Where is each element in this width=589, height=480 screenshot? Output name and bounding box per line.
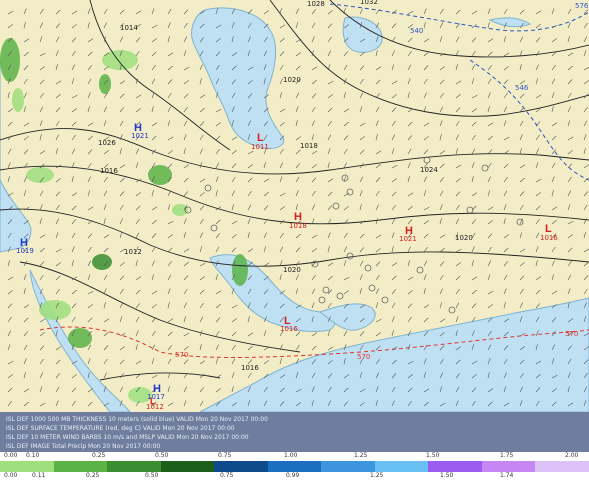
colorbar-bins <box>0 461 589 472</box>
high-value: 1021 <box>399 235 417 243</box>
colorbar-tick: 0.25 <box>86 472 100 479</box>
colorbar-tick: 1.00 <box>284 452 298 459</box>
colorbar-tick: 1.75 <box>500 452 514 459</box>
colorbar-tick: 0.11 <box>32 472 46 479</box>
precip-colorbar: 0.00 0.10 0.25 0.50 0.75 1.00 1.25 1.50 … <box>0 452 589 480</box>
colorbar-bin <box>374 461 429 472</box>
colorbar-tick: 1.50 <box>426 452 440 459</box>
colorbar-bin <box>107 461 161 472</box>
thickness-label: 570 <box>175 351 188 359</box>
isobar-label: 1024 <box>420 166 438 174</box>
high-value: 1018 <box>289 222 307 230</box>
weather-map: 1012 1014 1016 1016 1018 1020 1020 1020 … <box>0 0 589 412</box>
legend-line: ISL DEF SURFACE TEMPERATURE (red, deg C)… <box>6 425 235 432</box>
thickness-label: 540 <box>410 27 423 35</box>
isobar-label: 1012 <box>124 248 142 256</box>
low-value: 1012 <box>146 403 164 411</box>
isobar-label: 1016 <box>241 364 259 372</box>
colorbar-bin <box>267 461 322 472</box>
isobar-label: 1014 <box>120 24 138 32</box>
colorbar-tick: 0.75 <box>220 472 234 479</box>
isobar-label: 1020 <box>283 76 301 84</box>
colorbar-bin <box>481 461 536 472</box>
colorbar-tick: 0.10 <box>26 452 40 459</box>
isobar-label: 1016 <box>100 167 118 175</box>
colorbar-bin <box>160 461 215 472</box>
legend-line: ISL DEF 10 METER WIND BARBS 10 m/s and M… <box>6 434 249 441</box>
colorbar-bin <box>53 461 108 472</box>
colorbar-tick: 0.99 <box>286 472 300 479</box>
high-value: 1021 <box>131 132 149 140</box>
colorbar-bin <box>214 461 268 472</box>
isobar-label: 1018 <box>300 142 318 150</box>
isobar-label: 1032 <box>360 0 378 6</box>
isobar-label: 1028 <box>307 0 325 8</box>
thickness-label: 576 <box>575 2 589 10</box>
low-value: 1011 <box>251 143 269 151</box>
isobar-label: 1026 <box>98 139 116 147</box>
map-panel: 1012 1014 1016 1016 1018 1020 1020 1020 … <box>0 0 589 412</box>
isobar-label: 1020 <box>283 266 301 274</box>
isobar-label: 1020 <box>455 234 473 242</box>
colorbar-tick: 0.50 <box>155 452 169 459</box>
legend-panel: ISL DEF 1000 500 MB THICKNESS 10 meters … <box>0 412 589 452</box>
colorbar-tick: 0.00 <box>4 472 18 479</box>
colorbar-bin <box>535 461 589 472</box>
thickness-label: 570 <box>357 353 370 361</box>
colorbar-tick: 0.25 <box>92 452 106 459</box>
low-value: 1016 <box>540 234 558 242</box>
legend-line: ISL DEF IMAGE Total Precip Mon 20 Nov 20… <box>6 443 161 450</box>
colorbar-tick: 0.00 <box>4 452 18 459</box>
colorbar-tick: 1.74 <box>500 472 514 479</box>
colorbar-tick: 0.50 <box>145 472 159 479</box>
colorbar-bin <box>0 461 54 472</box>
low-value: 1016 <box>280 325 298 333</box>
colorbar-tick: 2.00 <box>565 452 579 459</box>
thickness-label: 546 <box>515 84 529 92</box>
colorbar-tick: 0.75 <box>218 452 232 459</box>
high-value: 1019 <box>16 247 34 255</box>
colorbar-tick: 1.25 <box>370 472 384 479</box>
legend-line: ISL DEF 1000 500 MB THICKNESS 10 meters … <box>6 416 268 423</box>
thickness-label: 570 <box>565 330 578 338</box>
colorbar-bin <box>428 461 482 472</box>
colorbar-bin <box>321 461 375 472</box>
colorbar-tick: 1.50 <box>440 472 454 479</box>
colorbar-tick: 1.25 <box>354 452 368 459</box>
